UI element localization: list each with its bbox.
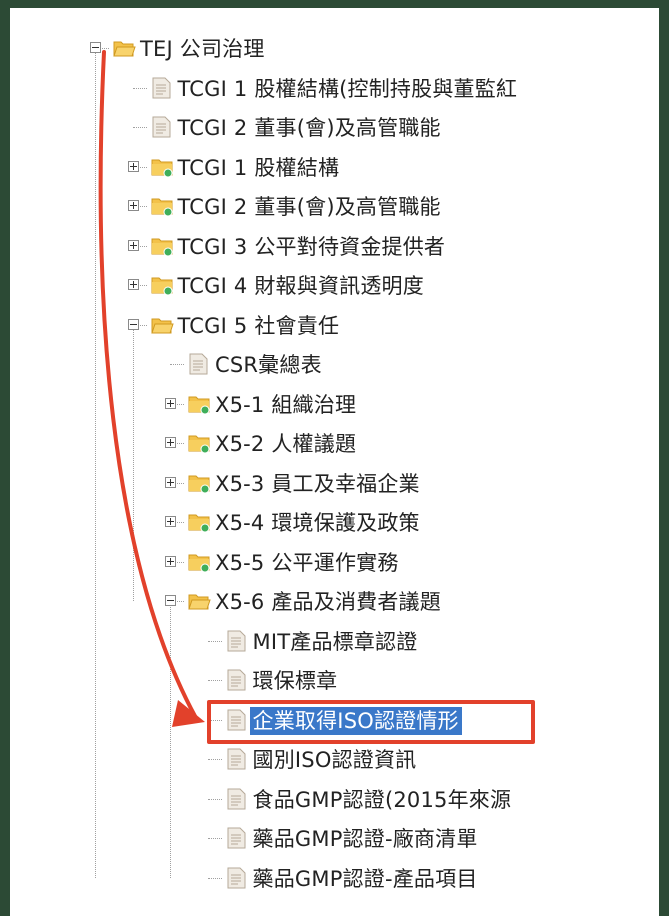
document-icon: [225, 668, 247, 692]
tree-node[interactable]: 藥品GMP認證-廠商清單: [10, 824, 659, 854]
tree-node-label: X5-3 員工及幸福企業: [215, 471, 420, 496]
folder-badge-icon: [150, 194, 172, 218]
tree-node[interactable]: X5-3 員工及幸福企業: [10, 469, 659, 499]
tree-node-label: X5-5 公平運作實務: [215, 550, 399, 575]
tree-node[interactable]: X5-6 產品及消費者議題: [10, 587, 659, 617]
tree-panel: TEJ 公司治理 TCGI 1 股權結構(控制持股與董監紅 TCGI 2 董事(會)…: [10, 8, 659, 916]
document-icon: [150, 76, 172, 100]
tree-node[interactable]: 環保標章: [10, 666, 659, 696]
collapse-toggle-icon[interactable]: [90, 42, 101, 53]
tree-node-label: 藥品GMP認證-產品項目: [252, 866, 478, 891]
tree-node-label: TCGI 2 董事(會)及高管職能: [177, 195, 441, 219]
folder-badge-icon: [187, 471, 210, 495]
tree-node[interactable]: TCGI 4 財報與資訊透明度: [10, 271, 659, 301]
document-icon: [225, 826, 247, 850]
expand-toggle-icon[interactable]: [165, 397, 176, 409]
folder-badge-icon: [187, 431, 210, 455]
tree-node-label: TCGI 4 財報與資訊透明度: [177, 274, 424, 298]
tree-node-label: MIT產品標章認證: [252, 629, 418, 654]
folder-open-icon: [112, 36, 136, 60]
expand-toggle-icon[interactable]: [127, 279, 139, 290]
tree-node-label: TEJ 公司治理: [140, 37, 265, 61]
tree-node[interactable]: X5-4 環境保護及政策: [10, 508, 659, 538]
folder-badge-icon: [187, 510, 210, 534]
tree-node-label: X5-2 人權議題: [215, 432, 357, 456]
tree-node[interactable]: X5-2 人權議題: [10, 429, 659, 459]
expand-toggle-icon[interactable]: [165, 516, 176, 527]
tree-node-label: X5-4 環境保護及政策: [215, 511, 420, 535]
tree-node[interactable]: TCGI 5 社會責任: [10, 311, 659, 341]
tree-connector-line: [207, 680, 222, 681]
folder-badge-icon: [150, 273, 172, 297]
highlight-box: [206, 699, 535, 744]
folder-badge-icon: [150, 234, 172, 258]
tree-node-label: 藥品GMP認證-廠商清單: [252, 827, 478, 851]
expand-toggle-icon[interactable]: [165, 476, 176, 488]
document-icon: [187, 352, 209, 376]
folder-badge-icon: [187, 550, 210, 574]
tree-node[interactable]: TEJ 公司治理: [10, 34, 659, 64]
tree-connector-line: [207, 759, 222, 760]
collapse-toggle-icon[interactable]: [165, 595, 176, 606]
document-icon: [225, 747, 247, 771]
folder-open-icon: [187, 589, 211, 613]
tree-node-label: TCGI 2 董事(會)及高管職能: [177, 116, 441, 140]
tree-connector-line: [207, 798, 222, 800]
tree-node[interactable]: CSR彙總表: [10, 350, 659, 380]
expand-toggle-icon[interactable]: [165, 437, 176, 448]
tree-node-label: TCGI 1 股權結構(控制持股與董監紅: [177, 76, 518, 101]
folder-badge-icon: [187, 392, 210, 416]
document-icon: [225, 787, 247, 811]
tree-node-label: CSR彙總表: [215, 353, 322, 377]
tree-node[interactable]: TCGI 1 股權結構: [10, 153, 659, 183]
document-icon: [150, 115, 172, 139]
tree-connector-line: [132, 127, 147, 128]
tree-node-label: TCGI 5 社會責任: [177, 313, 340, 338]
tree-node[interactable]: TCGI 2 董事(會)及高管職能: [10, 192, 659, 222]
document-icon: [225, 866, 247, 890]
tree-node[interactable]: X5-1 組織治理: [10, 390, 659, 420]
expand-toggle-icon[interactable]: [127, 160, 139, 172]
tree-node[interactable]: TCGI 1 股權結構(控制持股與董監紅: [10, 74, 659, 104]
tree-node[interactable]: MIT產品標章認證: [10, 627, 659, 657]
document-icon: [225, 629, 247, 653]
tree-node-label: 國別ISO認證資訊: [252, 748, 417, 772]
tree-node[interactable]: TCGI 2 董事(會)及高管職能: [10, 113, 659, 143]
folder-open-icon: [150, 313, 174, 337]
tree-connector-line: [207, 877, 222, 879]
tree-node[interactable]: TCGI 3 公平對待資金提供者: [10, 232, 659, 262]
tree-node[interactable]: 食品GMP認證(2015年來源: [10, 785, 659, 815]
expand-toggle-icon[interactable]: [165, 555, 176, 567]
tree-connector-line: [207, 838, 222, 839]
expand-toggle-icon[interactable]: [127, 200, 139, 211]
tree-connector-line: [170, 364, 184, 365]
tree-node[interactable]: X5-5 公平運作實務: [10, 548, 659, 578]
tree-connector-line: [132, 87, 147, 89]
collapse-toggle-icon[interactable]: [127, 318, 139, 330]
tree-node-label: TCGI 1 股權結構: [177, 155, 340, 180]
tree-node[interactable]: 藥品GMP認證-產品項目: [10, 864, 659, 894]
tree-connector-line: [207, 640, 222, 642]
tree-node-label: X5-1 組織治理: [215, 392, 357, 417]
folder-badge-icon: [150, 155, 172, 179]
tree-node-label: 環保標章: [252, 669, 338, 693]
tree-node[interactable]: 國別ISO認證資訊: [10, 745, 659, 775]
tree-node-label: X5-6 產品及消費者議題: [215, 590, 441, 614]
tree-node-label: TCGI 3 公平對待資金提供者: [177, 234, 446, 259]
expand-toggle-icon[interactable]: [127, 239, 139, 251]
tree-node-label: 食品GMP認證(2015年來源: [252, 787, 512, 812]
